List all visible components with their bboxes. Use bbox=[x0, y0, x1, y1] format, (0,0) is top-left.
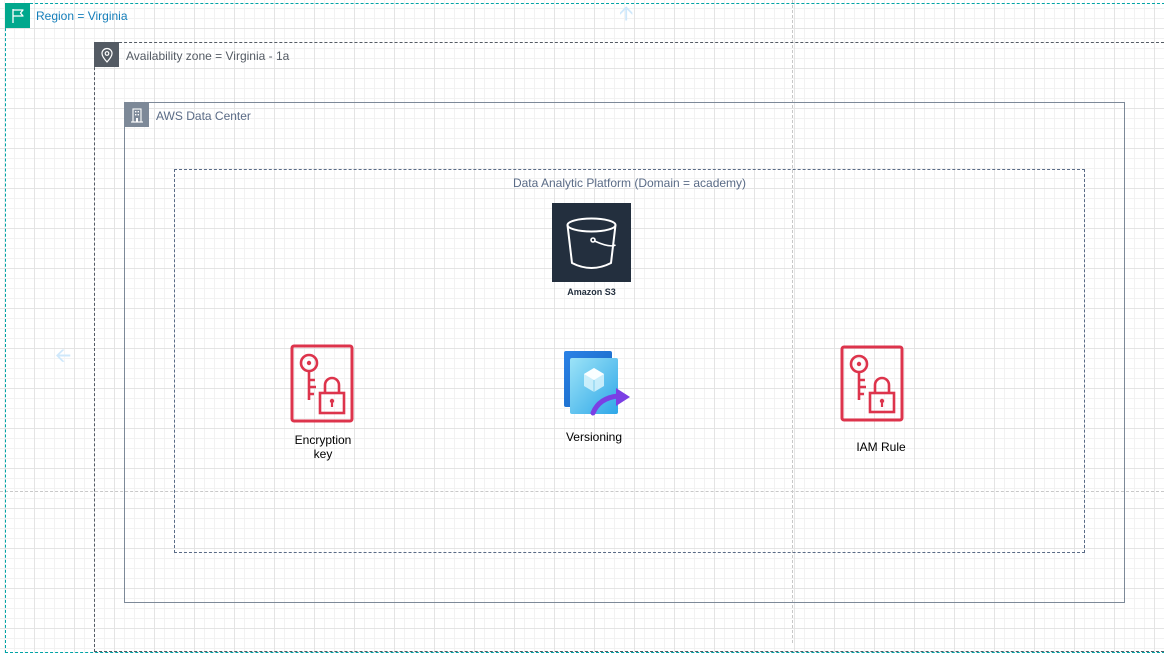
encryption-key-node[interactable] bbox=[290, 344, 354, 429]
encryption-key-label-line2: key bbox=[313, 447, 333, 461]
location-pin-icon bbox=[94, 42, 119, 67]
iam-rule-label: IAM Rule bbox=[856, 440, 906, 454]
versioning-icon bbox=[564, 351, 630, 416]
data-center-label: AWS Data Center bbox=[156, 109, 251, 123]
encryption-key-label-line1: Encryption bbox=[294, 433, 352, 447]
iam-rule-node[interactable] bbox=[840, 345, 904, 428]
key-lock-icon bbox=[840, 345, 904, 422]
s3-node[interactable] bbox=[552, 203, 631, 282]
versioning-label: Versioning bbox=[565, 430, 623, 444]
s3-label: Amazon S3 bbox=[567, 287, 616, 297]
arrow-left-icon[interactable]: 🡨 bbox=[55, 346, 71, 366]
availability-zone-label: Availability zone = Virginia - 1a bbox=[126, 49, 290, 63]
corporate-building-icon bbox=[124, 102, 149, 127]
arrow-up-icon[interactable]: 🡩 bbox=[619, 4, 633, 24]
key-lock-icon bbox=[290, 344, 354, 423]
flag-icon bbox=[5, 3, 30, 28]
versioning-node[interactable] bbox=[563, 350, 633, 421]
platform-label: Data Analytic Platform (Domain = academy… bbox=[512, 176, 747, 190]
encryption-key-label: Encryption key bbox=[272, 433, 374, 461]
s3-bucket-icon bbox=[566, 217, 617, 269]
region-label: Region = Virginia bbox=[36, 9, 128, 23]
